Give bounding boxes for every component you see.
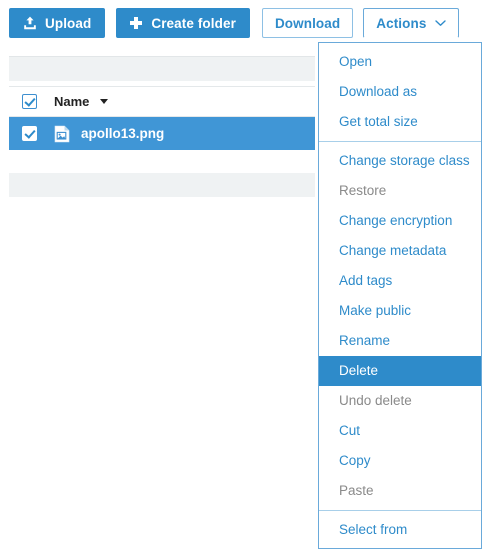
upload-button-label: Upload [45,15,92,31]
download-button-label: Download [274,15,341,31]
toolbar: Upload Create folder Download Actions [0,0,500,46]
menu-item-restore: Restore [339,183,387,198]
chevron-down-icon [435,19,447,27]
table-row[interactable]: apollo13.png [9,117,315,150]
menu-separator [319,141,481,142]
upload-button[interactable]: Upload [9,8,106,38]
file-table: Name apollo13.png [9,86,315,150]
menu-item-paste: Paste [339,483,374,498]
menu-item-download-as[interactable]: Download as [319,77,481,107]
menu-item-change-encryption[interactable]: Change encryption [319,206,481,236]
menu-item-change-metadata[interactable]: Change metadata [319,236,481,266]
download-button[interactable]: Download [261,8,354,38]
menu-item-add-tags[interactable]: Add tags [319,266,481,296]
plus-icon [130,17,143,29]
menu-item-select-from[interactable]: Select from [319,515,481,545]
menu-item-get-total-size[interactable]: Get total size [319,107,481,137]
file-name[interactable]: apollo13.png [81,126,164,141]
column-header-name-label: Name [54,94,90,109]
menu-item-rename[interactable]: Rename [319,326,481,356]
table-footer-strip [9,173,315,197]
column-header-name[interactable]: Name [54,94,109,109]
menu-item-undo-delete: Undo delete [339,393,412,408]
actions-button[interactable]: Actions [363,8,460,38]
filter-bar[interactable] [9,56,315,81]
actions-button-label: Actions [376,15,427,31]
image-file-icon [54,125,70,143]
actions-dropdown-menu: Open Download as Get total size Change stor… [318,42,482,549]
row-checkbox[interactable] [22,126,37,141]
upload-icon [23,16,37,30]
menu-item-open[interactable]: Open [319,47,481,77]
menu-item-make-public[interactable]: Make public [319,296,481,326]
table-header-row: Name [9,86,315,117]
create-folder-button[interactable]: Create folder [116,8,250,38]
create-folder-button-label: Create folder [151,15,236,31]
select-all-checkbox[interactable] [22,94,37,109]
menu-item-copy[interactable]: Copy [319,446,481,476]
menu-item-cut[interactable]: Cut [319,416,481,446]
menu-item-delete[interactable]: Delete [319,356,481,386]
caret-down-icon[interactable] [100,99,109,105]
menu-separator [319,510,481,511]
menu-item-change-storage-class[interactable]: Change storage class [319,146,481,176]
